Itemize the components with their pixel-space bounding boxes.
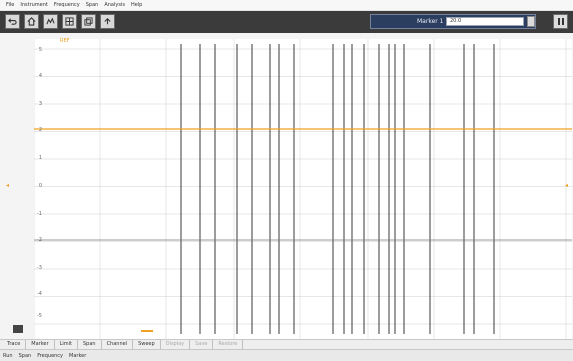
marker-spin-button[interactable]: [527, 16, 535, 27]
y-tick-label: -5: [37, 313, 42, 319]
function-tabs: Trace Marker Limit Span Channel Sweep Display S…: [0, 339, 573, 349]
y-tick-label: 3: [38, 101, 42, 107]
undo-icon: [8, 18, 17, 25]
status-span[interactable]: Span: [19, 353, 32, 359]
grid-button[interactable]: [62, 14, 77, 29]
marker-value-input[interactable]: 20.0: [446, 17, 524, 26]
layers-button[interactable]: [81, 14, 96, 29]
y-tick-label: 1: [38, 155, 42, 161]
right-level-marker[interactable]: ◂: [565, 182, 568, 189]
tab-display: Display: [161, 340, 191, 349]
menu-file[interactable]: File: [6, 2, 14, 8]
y-tick-label: -2: [37, 237, 42, 243]
plot-area[interactable]: REF 5 4 3 2 1 0 -1 -2 -3 -4 -5 ◂ ◂: [6, 38, 572, 339]
tab-channel[interactable]: Channel: [102, 340, 134, 349]
tab-sweep[interactable]: Sweep: [133, 340, 161, 349]
home-button[interactable]: [24, 14, 39, 29]
tab-trace[interactable]: Trace: [2, 340, 27, 349]
status-bar: Run Span Frequency Marker: [0, 349, 573, 361]
plot-options-button[interactable]: [13, 325, 23, 333]
y-tick-label: 2: [38, 127, 42, 133]
menu-analysis[interactable]: Analysis: [104, 2, 125, 8]
status-marker[interactable]: Marker: [69, 353, 86, 359]
menu-frequency[interactable]: Frequency: [54, 2, 80, 8]
menu-span[interactable]: Span: [86, 2, 99, 8]
y-tick-label: -4: [37, 291, 42, 297]
layers-icon: [84, 17, 93, 26]
y-tick-label: 0: [38, 183, 42, 189]
undo-button[interactable]: [5, 14, 20, 29]
menu-help[interactable]: Help: [131, 2, 142, 8]
trace-icon: [46, 17, 55, 25]
tab-span[interactable]: Span: [78, 340, 102, 349]
pause-button[interactable]: [553, 14, 568, 29]
toolbar: Marker 1 20.0: [0, 11, 573, 33]
plot-canvas: [34, 39, 572, 339]
menu-instrument[interactable]: Instrument: [20, 2, 48, 8]
left-level-marker[interactable]: ◂: [6, 182, 9, 189]
upload-button[interactable]: [100, 14, 115, 29]
tab-marker[interactable]: Marker: [26, 340, 55, 349]
analyzer-window: File Instrument Frequency Span Analysis …: [0, 0, 573, 361]
y-tick-label: 4: [38, 73, 42, 79]
tab-save: Save: [190, 340, 214, 349]
trace-button[interactable]: [43, 14, 58, 29]
status-frequency[interactable]: Frequency: [37, 353, 63, 359]
tab-restore: Restore: [213, 340, 244, 349]
menu-bar: File Instrument Frequency Span Analysis …: [0, 0, 573, 11]
upload-icon: [104, 18, 111, 25]
plot-ref-label: REF: [60, 38, 70, 44]
status-run[interactable]: Run: [3, 353, 13, 359]
home-icon: [27, 17, 36, 26]
y-tick-label: 5: [38, 47, 42, 53]
marker-selector: Marker 1 20.0: [370, 14, 536, 29]
y-tick-label: -1: [37, 211, 42, 217]
marker-label: Marker 1: [417, 18, 444, 25]
tab-limit[interactable]: Limit: [55, 340, 78, 349]
trace-legend-swatch: [141, 330, 153, 332]
y-tick-label: -3: [37, 265, 42, 271]
grid-icon: [65, 17, 74, 26]
